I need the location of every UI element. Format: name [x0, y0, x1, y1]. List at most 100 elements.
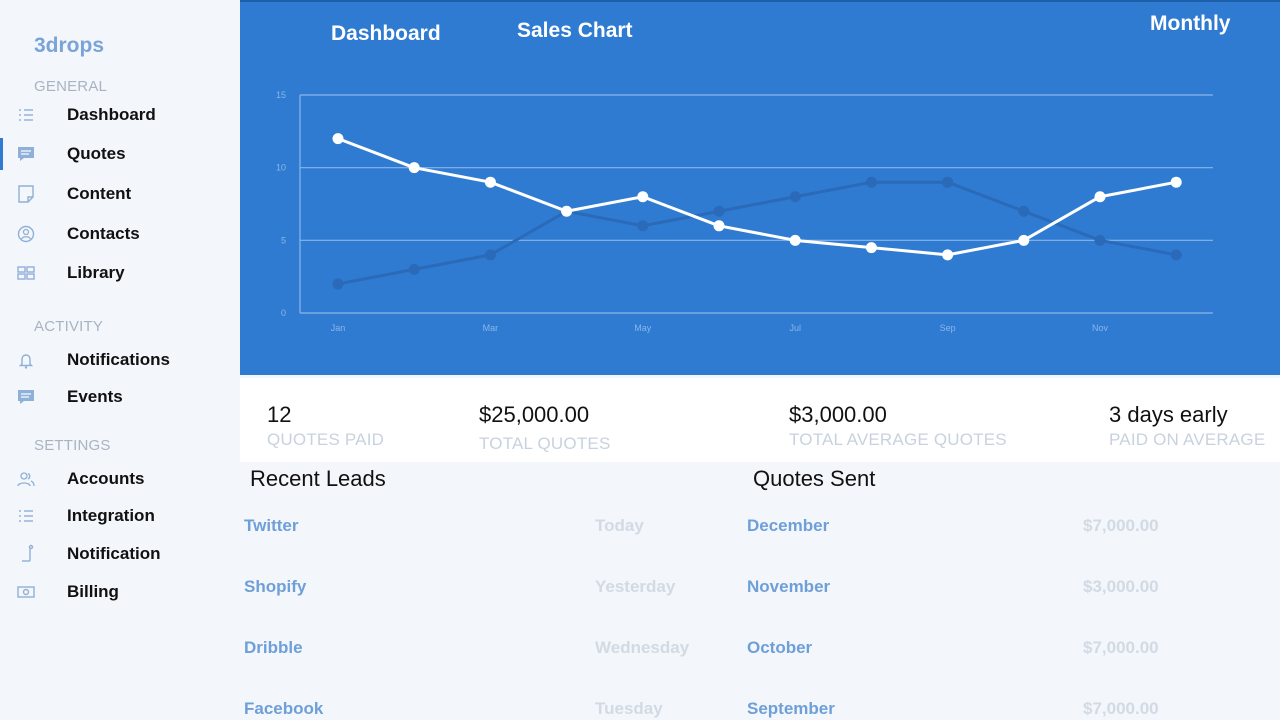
data-point [789, 191, 801, 203]
stat-value: 12 [267, 402, 292, 427]
sidebar-item-quotes[interactable]: Quotes [0, 138, 240, 170]
y-tick-label: 5 [281, 235, 286, 245]
data-point [942, 176, 954, 188]
sidebar-item-label: Dashboard [67, 105, 156, 124]
data-point [1094, 234, 1106, 246]
grid-icon [17, 266, 35, 280]
sidebar-item-label: Notifications [67, 350, 170, 369]
quote-amount: $7,000.00 [1083, 638, 1159, 657]
quote-month[interactable]: November [747, 577, 830, 597]
user-circle-icon [17, 225, 35, 243]
lead-source[interactable]: Dribble [244, 638, 303, 658]
quotes-sent-title: Quotes Sent [753, 466, 876, 491]
sales-line-chart: 0 5 10 15 Jan Mar May Jul Sep Nov [276, 90, 1213, 333]
chat-icon [18, 147, 34, 161]
data-point [1018, 205, 1030, 217]
sidebar-item-dashboard[interactable]: Dashboard [0, 99, 240, 131]
lead-source[interactable]: Shopify [244, 577, 306, 597]
x-tick-label: Sep [940, 323, 956, 333]
stat-value: 3 days early [1109, 402, 1228, 427]
lead-date: Yesterday [595, 577, 676, 596]
sidebar-item-label: Billing [67, 582, 119, 601]
data-point [713, 205, 725, 217]
data-point [1094, 191, 1106, 203]
data-point [484, 249, 496, 261]
data-point [865, 176, 877, 188]
lead-source[interactable]: Twitter [244, 516, 298, 536]
data-point [561, 205, 573, 217]
data-point [408, 162, 420, 174]
sidebar-item-notifications[interactable]: Notifications [0, 344, 240, 376]
data-point [942, 249, 954, 261]
section-activity-label: ACTIVITY [34, 318, 104, 335]
y-tick-label: 15 [276, 90, 286, 100]
sidebar-item-label: Content [67, 184, 132, 203]
pin-icon [22, 544, 34, 562]
section-general-label: GENERAL [34, 78, 108, 95]
data-point [332, 278, 344, 290]
stat-quotes-paid: 12 QUOTES PAID [267, 402, 384, 450]
sidebar-item-notification[interactable]: Notification [0, 538, 240, 570]
quote-amount: $7,000.00 [1083, 516, 1159, 535]
list-icon [19, 510, 33, 522]
y-tick-label: 10 [276, 163, 286, 173]
lead-date: Tuesday [595, 699, 663, 718]
list-icon [19, 109, 33, 121]
quote-amount: $7,000.00 [1083, 699, 1159, 718]
stat-caption: TOTAL AVERAGE QUOTES [789, 430, 1007, 449]
sidebar-item-label: Library [67, 263, 125, 282]
stat-paid-on-average: 3 days early PAID ON AVERAGE [1109, 402, 1265, 450]
sidebar-item-label: Accounts [67, 469, 145, 488]
data-point [789, 234, 801, 246]
sidebar-item-label: Quotes [67, 144, 126, 163]
stat-value: $25,000.00 [479, 402, 590, 427]
sidebar-item-billing[interactable]: Billing [0, 576, 240, 608]
sidebar-item-label: Contacts [67, 224, 140, 243]
x-tick-label: Jul [789, 323, 801, 333]
data-point [1018, 234, 1030, 246]
sidebar-item-content[interactable]: Content [0, 178, 240, 210]
data-point [1170, 176, 1182, 188]
users-icon [17, 472, 35, 487]
stats-strip: 12 QUOTES PAID $25,000.00 TOTAL QUOTES $… [240, 378, 1280, 462]
y-tick-label: 0 [281, 308, 286, 318]
data-point [1170, 249, 1182, 261]
sidebar-item-contacts[interactable]: Contacts [0, 218, 240, 250]
x-tick-label: Jan [331, 323, 346, 333]
chat-icon [18, 390, 34, 404]
bell-icon [18, 354, 34, 369]
sales-chart-panel: Dashboard Sales Chart Monthly 0 5 10 15 Jan M… [240, 0, 1280, 375]
sidebar-item-library[interactable]: Library [0, 257, 240, 289]
sidebar-item-label: Events [67, 387, 123, 406]
data-point [637, 220, 649, 232]
data-point [637, 191, 649, 203]
sidebar-item-events[interactable]: Events [0, 381, 240, 413]
brand-logo[interactable]: 3drops [34, 34, 104, 58]
x-tick-label: Mar [483, 323, 499, 333]
data-point [332, 133, 344, 145]
sidebar-item-accounts[interactable]: Accounts [0, 463, 240, 495]
sidebar-item-label: Integration [67, 506, 155, 525]
quote-month[interactable]: September [747, 699, 835, 719]
quote-month[interactable]: December [747, 516, 829, 536]
stat-caption: PAID ON AVERAGE [1109, 430, 1266, 449]
quote-amount: $3,000.00 [1083, 577, 1159, 596]
x-tick-label: Nov [1092, 323, 1109, 333]
lead-date: Today [595, 516, 644, 535]
lead-source[interactable]: Facebook [244, 699, 323, 719]
recent-leads-title: Recent Leads [250, 466, 386, 491]
x-tick-label: May [634, 323, 652, 333]
sidebar-item-label: Notification [67, 544, 161, 563]
stat-value: $3,000.00 [789, 402, 887, 427]
sidebar-item-integration[interactable]: Integration [0, 500, 240, 532]
section-settings-label: SETTINGS [34, 437, 111, 454]
stat-total-average-quotes: $3,000.00 TOTAL AVERAGE QUOTES [789, 402, 1007, 450]
quote-month[interactable]: October [747, 638, 812, 658]
data-point [484, 176, 496, 188]
lead-date: Wednesday [595, 638, 690, 657]
series-line [337, 137, 1177, 257]
sidebar: 3drops GENERAL Dashboard Quotes Content … [0, 0, 240, 720]
data-point [865, 242, 877, 254]
stat-caption: QUOTES PAID [267, 430, 385, 449]
stat-total-quotes: $25,000.00 TOTAL QUOTES [479, 402, 611, 454]
